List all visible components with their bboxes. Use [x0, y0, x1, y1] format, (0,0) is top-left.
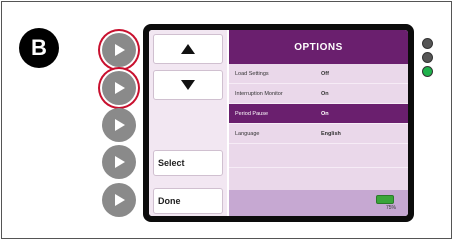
option-value: English — [321, 130, 341, 137]
list-item[interactable]: Language English — [229, 124, 408, 144]
select-button[interactable]: Select — [153, 150, 223, 176]
option-value: On — [321, 90, 329, 97]
done-button[interactable]: Done — [153, 188, 223, 214]
list-empty-row — [229, 168, 408, 192]
device-screen: Select Done OPTIONS Load Settings Off In… — [149, 30, 408, 216]
play-icon — [115, 156, 125, 168]
play-icon — [115, 44, 125, 56]
scroll-down-button[interactable] — [153, 70, 223, 100]
option-label: Language — [235, 130, 260, 137]
side-button-5[interactable] — [102, 183, 136, 217]
side-button-2[interactable] — [102, 71, 136, 105]
list-empty-row — [229, 144, 408, 168]
scroll-up-button[interactable] — [153, 34, 223, 64]
play-icon — [115, 82, 125, 94]
status-led-3 — [422, 66, 433, 77]
step-badge: B — [19, 28, 59, 68]
list-item-selected[interactable]: Period Pause On — [229, 104, 408, 124]
battery-icon — [376, 195, 394, 204]
screen-title: OPTIONS — [229, 30, 408, 64]
soft-key-column: Select Done — [149, 30, 227, 216]
list-item[interactable]: Interruption Monitor On — [229, 84, 408, 104]
arrow-down-icon — [181, 80, 195, 90]
status-led-2 — [422, 52, 433, 63]
side-button-4[interactable] — [102, 145, 136, 179]
list-item[interactable]: Load Settings Off — [229, 64, 408, 84]
play-icon — [115, 119, 125, 131]
side-button-1[interactable] — [102, 33, 136, 67]
side-button-3[interactable] — [102, 108, 136, 142]
play-icon — [115, 194, 125, 206]
option-label: Period Pause — [235, 110, 269, 117]
option-label: Interruption Monitor — [235, 90, 283, 97]
option-label: Load Settings — [235, 70, 269, 77]
status-footer: 75% — [229, 190, 408, 216]
option-value: On — [321, 110, 329, 117]
status-led-1 — [422, 38, 433, 49]
options-list: Load Settings Off Interruption Monitor O… — [229, 64, 408, 192]
battery-level: 75% — [385, 205, 396, 211]
arrow-up-icon — [181, 44, 195, 54]
option-value: Off — [321, 70, 329, 77]
